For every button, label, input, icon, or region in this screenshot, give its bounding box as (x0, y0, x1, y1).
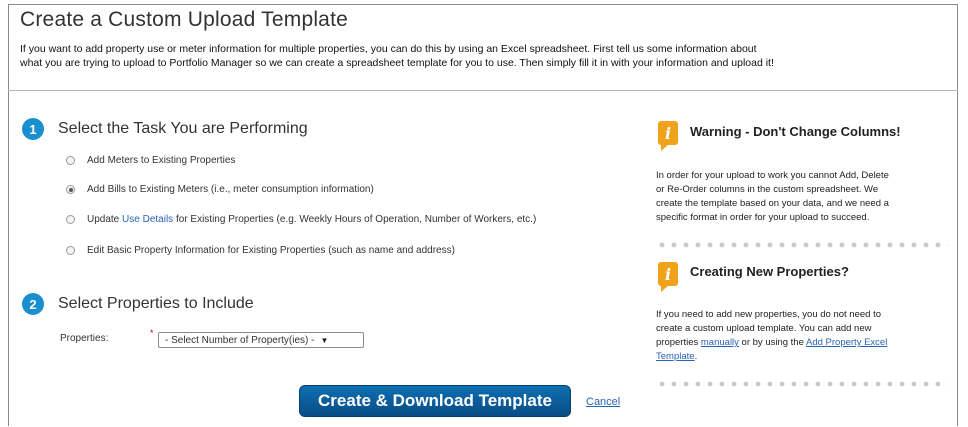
step-1-title: Select the Task You are Performing (58, 120, 308, 137)
required-marker: * (150, 328, 154, 338)
properties-select[interactable]: - Select Number of Property(ies) - ▼ (158, 332, 364, 348)
radio-add-bills[interactable] (66, 185, 75, 194)
manually-link[interactable]: manually (701, 337, 739, 348)
radio-update-use-details[interactable] (66, 215, 75, 224)
step-2-header: 2 Select Properties to Include (22, 293, 254, 315)
task-option-label: Add Bills to Existing Meters (i.e., mete… (87, 184, 374, 195)
info-icon: i (658, 262, 678, 292)
step-1-number: 1 (22, 118, 44, 140)
warning-line-1: In order for your upload to work you can… (656, 170, 889, 181)
task-option-add-bills[interactable]: Add Bills to Existing Meters (i.e., mete… (66, 184, 374, 195)
warning-line-4: specific format in order for your upload… (656, 212, 870, 223)
dotted-divider (656, 242, 948, 248)
new-properties-line-4: Template. (656, 350, 948, 364)
new-properties-body: If you need to add new properties, you d… (656, 308, 948, 364)
cancel-link[interactable]: Cancel (586, 396, 620, 408)
task-option-label-pre: Update (87, 214, 123, 225)
warning-title: Warning - Don't Change Columns! (690, 124, 901, 139)
new-properties-line-4-post: . (694, 351, 698, 362)
warning-line-2: or Re-Order columns in the custom spread… (656, 184, 879, 195)
use-details-link[interactable]: Use Details (122, 214, 173, 225)
new-properties-line-2: create a custom upload template. You can… (656, 323, 872, 334)
step-1-header: 1 Select the Task You are Performing (22, 118, 308, 140)
warning-body: In order for your upload to work you can… (656, 169, 948, 225)
radio-edit-basic-info[interactable] (66, 246, 75, 255)
new-properties-line-3: properties manually or by using the Add … (656, 336, 948, 350)
page-title: Create a Custom Upload Template (20, 8, 348, 31)
task-option-label-post: for Existing Properties (e.g. Weekly Hou… (173, 214, 537, 225)
chevron-down-icon: ▼ (320, 335, 329, 345)
task-option-label: Add Meters to Existing Properties (87, 155, 236, 166)
new-properties-line-3-pre: properties (656, 337, 701, 348)
task-option-update-use-details[interactable]: Update Use Details for Existing Properti… (66, 214, 536, 225)
radio-add-meters[interactable] (66, 156, 75, 165)
info-icon: i (658, 121, 678, 151)
intro-line-1: If you want to add property use or meter… (20, 43, 757, 55)
dotted-divider (656, 381, 948, 387)
task-option-edit-basic-info[interactable]: Edit Basic Property Information for Exis… (66, 245, 455, 256)
intro-line-2: what you are trying to upload to Portfol… (20, 57, 774, 69)
warning-line-3: create the template based on your data, … (656, 198, 889, 209)
task-option-add-meters[interactable]: Add Meters to Existing Properties (66, 155, 235, 166)
create-download-template-button[interactable]: Create & Download Template (299, 385, 571, 417)
step-2-title: Select Properties to Include (58, 295, 254, 312)
new-properties-line-1: If you need to add new properties, you d… (656, 309, 881, 320)
task-option-label: Edit Basic Property Information for Exis… (87, 245, 455, 256)
new-properties-title: Creating New Properties? (690, 264, 849, 279)
intro-text: If you want to add property use or meter… (20, 42, 950, 70)
step-2-number: 2 (22, 293, 44, 315)
add-property-template-link[interactable]: Template (656, 351, 695, 362)
task-option-label: Update Use Details for Existing Properti… (87, 214, 536, 225)
new-properties-line-3-mid: or by using the (738, 337, 806, 348)
section-divider (8, 90, 958, 91)
properties-label: Properties: (60, 333, 109, 344)
properties-select-value: - Select Number of Property(ies) - (165, 334, 315, 346)
add-property-excel-link[interactable]: Add Property Excel (806, 337, 887, 348)
